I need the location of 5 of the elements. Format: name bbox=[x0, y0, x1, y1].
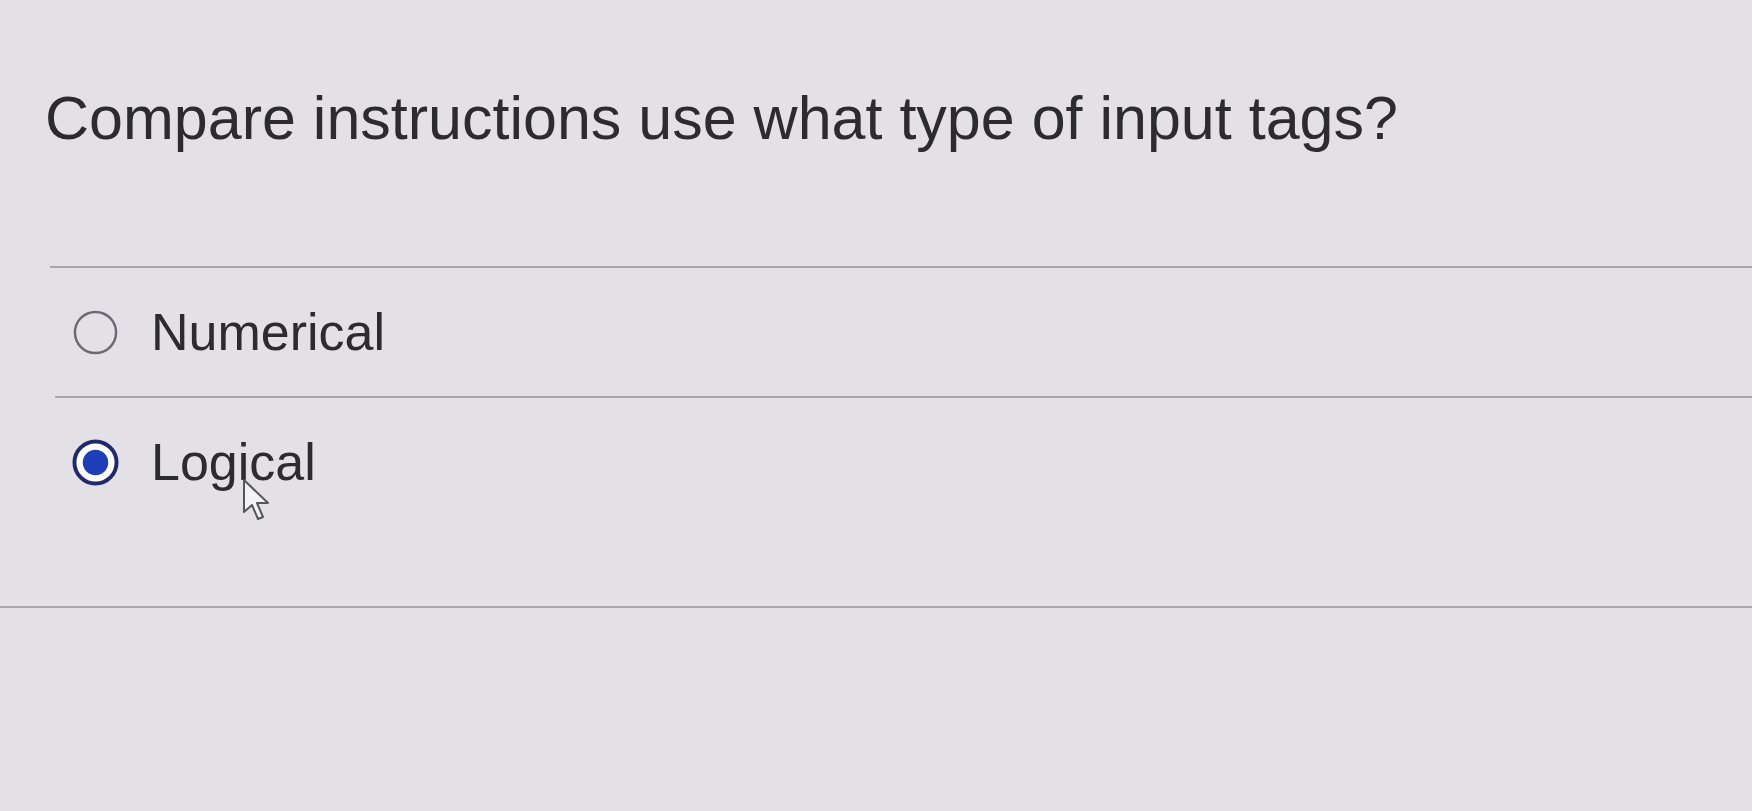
option-label[interactable]: Numerical bbox=[151, 301, 386, 363]
radio-button[interactable] bbox=[72, 438, 119, 486]
question-text: Compare instructions use what type of input tags? bbox=[45, 83, 1398, 154]
radio-button[interactable] bbox=[72, 308, 119, 356]
option-label[interactable]: Logical bbox=[151, 431, 316, 493]
